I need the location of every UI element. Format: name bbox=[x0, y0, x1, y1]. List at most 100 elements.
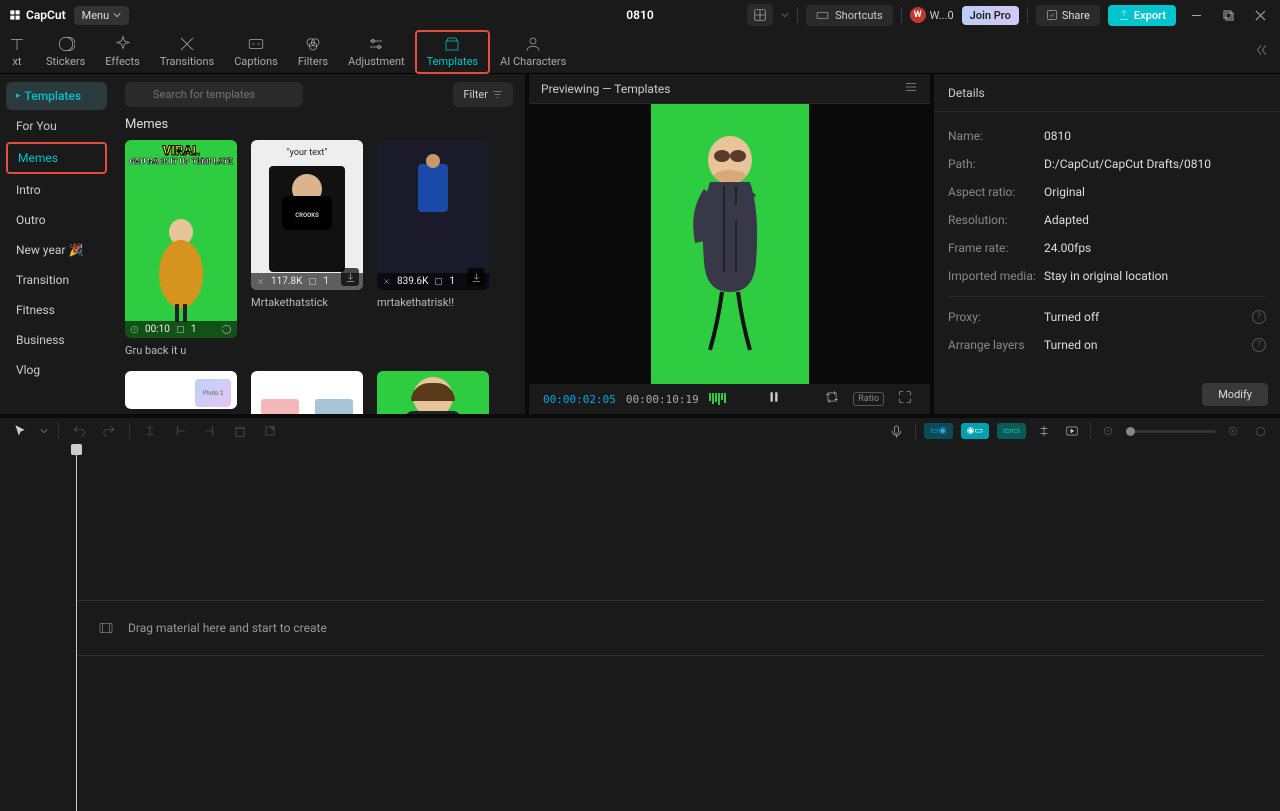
avatar: W bbox=[910, 7, 926, 23]
split-button[interactable] bbox=[140, 421, 160, 441]
template-card[interactable]: Photo 1 Photo 2 I really like bbox=[251, 371, 363, 414]
undo-icon bbox=[72, 424, 86, 438]
timeline[interactable]: Drag material here and start to create bbox=[0, 444, 1280, 811]
sidebar-item-transition[interactable]: Transition bbox=[6, 266, 107, 294]
clips-icon bbox=[176, 325, 185, 334]
zoom-fit-icon bbox=[1254, 425, 1267, 438]
chevron-left-double-icon bbox=[1254, 43, 1268, 57]
zoom-in-button[interactable] bbox=[1224, 422, 1243, 441]
magnet-button[interactable] bbox=[1034, 421, 1054, 441]
sidebar-item-fitness[interactable]: Fitness bbox=[6, 296, 107, 324]
transitions-icon bbox=[178, 35, 196, 53]
shortcuts-button[interactable]: Shortcuts bbox=[806, 5, 893, 26]
delete-icon bbox=[233, 424, 247, 438]
download-button[interactable] bbox=[341, 268, 359, 286]
crop-tl-button[interactable] bbox=[260, 421, 280, 441]
media-tabs: xt Stickers Effects Transitions Captions… bbox=[0, 30, 1280, 74]
maximize-button[interactable] bbox=[1216, 3, 1240, 27]
sidebar-item-vlog[interactable]: Vlog bbox=[6, 356, 107, 384]
sidebar-item-outro[interactable]: Outro bbox=[6, 206, 107, 234]
playhead[interactable] bbox=[76, 444, 77, 811]
export-button[interactable]: Export bbox=[1108, 5, 1176, 26]
preview-panel: Previewing — Templates 00 bbox=[529, 74, 934, 414]
timeline-drop-zone[interactable]: Drag material here and start to create bbox=[78, 600, 1264, 656]
redo-icon bbox=[102, 424, 116, 438]
search-input[interactable] bbox=[125, 82, 303, 107]
menu-icon bbox=[904, 80, 918, 94]
zoom-slider[interactable] bbox=[1126, 430, 1216, 433]
mic-button[interactable] bbox=[886, 421, 907, 442]
tab-transitions[interactable]: Transitions bbox=[150, 30, 224, 74]
close-button[interactable] bbox=[1248, 3, 1272, 27]
sticker-icon bbox=[57, 35, 75, 53]
sidebar-item-newyear[interactable]: New year 🎉 bbox=[6, 236, 107, 264]
sidebar-item-business[interactable]: Business bbox=[6, 326, 107, 354]
detail-imported: Stay in original location bbox=[1044, 269, 1168, 283]
tab-filters[interactable]: Filters bbox=[288, 30, 338, 74]
detail-proxy: Turned off bbox=[1044, 310, 1099, 324]
ratio-button[interactable]: Ratio bbox=[853, 392, 884, 406]
detail-name: 0810 bbox=[1044, 129, 1071, 143]
details-heading: Details bbox=[934, 74, 1280, 112]
chevron-down-icon[interactable] bbox=[40, 427, 48, 435]
section-title: Memes bbox=[125, 117, 513, 132]
layout-button[interactable] bbox=[747, 4, 773, 26]
menu-button[interactable]: Menu bbox=[74, 6, 130, 25]
tab-stickers[interactable]: Stickers bbox=[36, 30, 95, 74]
sidebar-item-memes[interactable]: Memes bbox=[6, 142, 107, 174]
filter-button[interactable]: Filter bbox=[453, 82, 513, 107]
info-icon[interactable]: ? bbox=[1252, 310, 1266, 324]
trim-left-button[interactable] bbox=[170, 421, 190, 441]
sidebar-item-foryou[interactable]: For You bbox=[6, 112, 107, 140]
modify-button[interactable]: Modify bbox=[1202, 383, 1268, 406]
zoom-fit-button[interactable] bbox=[1251, 422, 1270, 441]
fullscreen-icon bbox=[898, 390, 912, 404]
user-label: W...0 bbox=[930, 9, 954, 22]
user-chip[interactable]: W W...0 bbox=[910, 7, 954, 23]
template-card[interactable]: "your text" CROOKS 117.8K1 Mrtakethatsti… bbox=[251, 140, 363, 357]
preview-toggle[interactable] bbox=[1062, 421, 1082, 441]
preview-menu-button[interactable] bbox=[904, 80, 918, 97]
text-icon bbox=[8, 35, 26, 53]
tab-templates[interactable]: Templates bbox=[415, 30, 490, 74]
keyboard-icon bbox=[816, 9, 829, 22]
sidebar-item-intro[interactable]: Intro bbox=[6, 176, 107, 204]
snap-mode-3[interactable]: ▭▭ bbox=[997, 423, 1026, 439]
template-card[interactable] bbox=[377, 371, 489, 414]
film-icon bbox=[98, 620, 114, 636]
tab-effects[interactable]: Effects bbox=[95, 30, 150, 74]
download-button[interactable] bbox=[467, 268, 485, 286]
tab-captions[interactable]: Captions bbox=[224, 30, 288, 74]
share-button[interactable]: Share bbox=[1036, 5, 1100, 26]
selection-tool[interactable] bbox=[10, 421, 30, 441]
join-pro-button[interactable]: Join Pro bbox=[962, 6, 1019, 25]
trim-right-button[interactable] bbox=[200, 421, 220, 441]
download-icon bbox=[471, 272, 482, 283]
minimize-button[interactable] bbox=[1184, 3, 1208, 27]
template-card[interactable]: Photo 2 bbox=[125, 371, 237, 414]
tab-ai-characters[interactable]: AI Characters bbox=[490, 30, 576, 74]
zoom-in-icon bbox=[1227, 425, 1240, 438]
crop-button[interactable] bbox=[821, 386, 843, 412]
sidebar-header-templates[interactable]: Templates bbox=[6, 82, 107, 110]
pause-button[interactable] bbox=[763, 386, 785, 412]
template-card[interactable]: 839.6K1 mrtakethatrisk!! bbox=[377, 140, 489, 357]
clips-icon bbox=[308, 277, 317, 286]
info-icon[interactable]: ? bbox=[1252, 338, 1266, 352]
template-card[interactable]: VIRAL GRU BACK IT UP TEMPLATE 00:101 Gru… bbox=[125, 140, 237, 357]
detail-aspect: Original bbox=[1044, 185, 1085, 199]
zoom-out-button[interactable] bbox=[1099, 422, 1118, 441]
fullscreen-button[interactable] bbox=[894, 386, 916, 412]
undo-button[interactable] bbox=[69, 421, 89, 441]
snap-mode-1[interactable]: ▭◉ bbox=[924, 423, 952, 439]
collapse-panel-button[interactable] bbox=[1254, 43, 1268, 60]
tab-text[interactable]: xt bbox=[4, 30, 36, 74]
tab-adjustment[interactable]: Adjustment bbox=[338, 30, 415, 74]
filters-icon bbox=[304, 35, 322, 53]
snap-mode-2[interactable]: ◉▭ bbox=[961, 423, 989, 439]
zoom-out-icon bbox=[1102, 425, 1115, 438]
redo-button[interactable] bbox=[99, 421, 119, 441]
delete-button[interactable] bbox=[230, 421, 250, 441]
topbar: CapCut Menu 0810 Shortcuts W W...0 Join … bbox=[0, 0, 1280, 30]
preview-canvas[interactable] bbox=[651, 104, 809, 384]
